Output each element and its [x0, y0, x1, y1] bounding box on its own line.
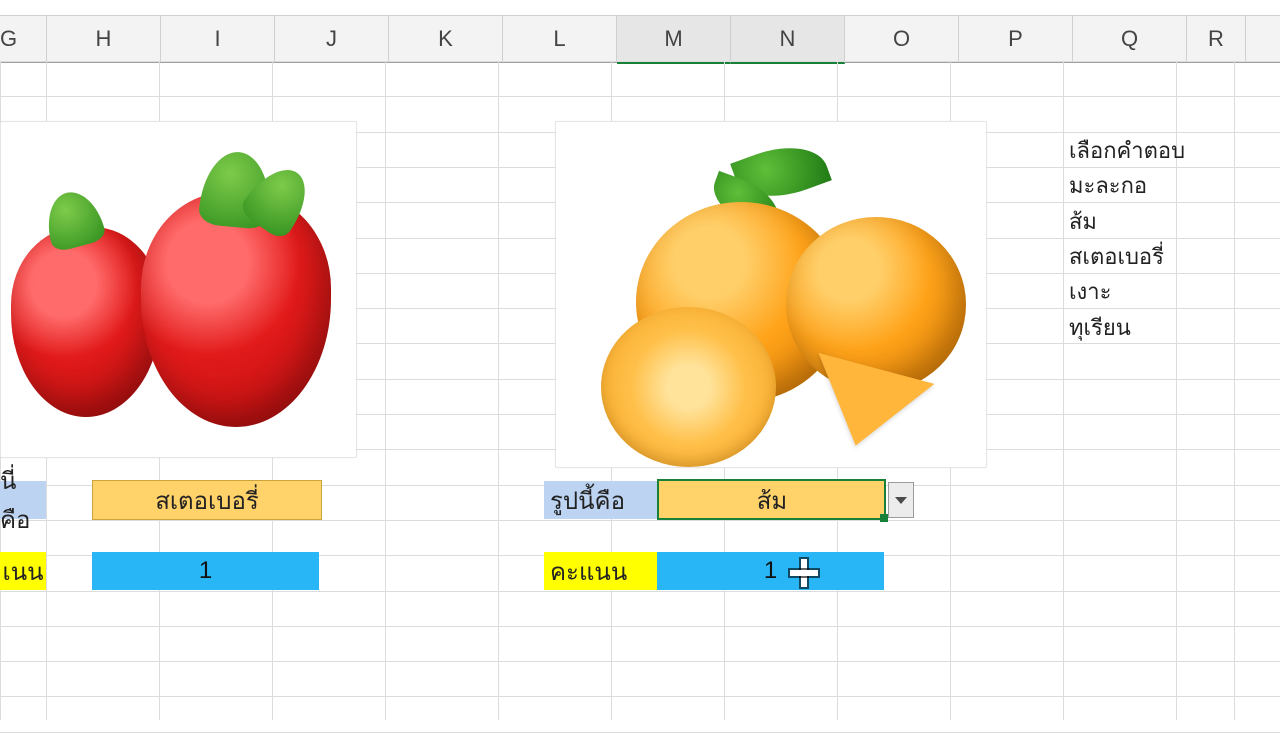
label-left-caption: นี่คือ: [0, 481, 46, 519]
score-left[interactable]: 1: [92, 552, 319, 590]
col-header-O[interactable]: O: [845, 16, 959, 62]
option-4[interactable]: เงาะ: [1069, 274, 1111, 309]
active-cell-outline: [657, 479, 886, 520]
label-right-caption: รูปนี้คือ: [544, 481, 663, 519]
option-0[interactable]: เลือกคำตอบ: [1069, 133, 1185, 168]
image-strawberry: [0, 121, 357, 458]
fill-handle[interactable]: [880, 514, 888, 522]
answer-left[interactable]: สเตอเบอรี่: [92, 480, 322, 520]
col-header-P[interactable]: P: [959, 16, 1073, 62]
col-header-Q[interactable]: Q: [1073, 16, 1187, 62]
col-header-N[interactable]: N: [731, 16, 845, 64]
col-header-G[interactable]: G: [0, 16, 47, 62]
col-header-I[interactable]: I: [161, 16, 275, 62]
option-5[interactable]: ทุเรียน: [1069, 310, 1131, 345]
grid-area: นี่คือ สเตอเบอรี่ เนน 1 รูปนี้คือ ส้ม คะ…: [0, 61, 1280, 720]
col-header-M[interactable]: M: [617, 16, 731, 64]
col-header-R[interactable]: R: [1187, 16, 1246, 62]
label-right-score: คะแนน: [544, 552, 663, 590]
option-1[interactable]: มะละกอ: [1069, 168, 1147, 203]
col-header-J[interactable]: J: [275, 16, 389, 62]
score-right[interactable]: 1: [657, 552, 884, 590]
option-3[interactable]: สเตอเบอรี่: [1069, 239, 1164, 274]
chevron-down-icon: [895, 497, 907, 504]
label-left-score: เนน: [0, 552, 46, 590]
option-2[interactable]: ส้ม: [1069, 204, 1097, 239]
image-orange: [555, 121, 987, 468]
col-header-L[interactable]: L: [503, 16, 617, 62]
dropdown-button[interactable]: [888, 482, 914, 518]
column-headers: GHIJKLMNOPQR: [0, 15, 1280, 63]
col-header-K[interactable]: K: [389, 16, 503, 62]
col-header-H[interactable]: H: [47, 16, 161, 62]
